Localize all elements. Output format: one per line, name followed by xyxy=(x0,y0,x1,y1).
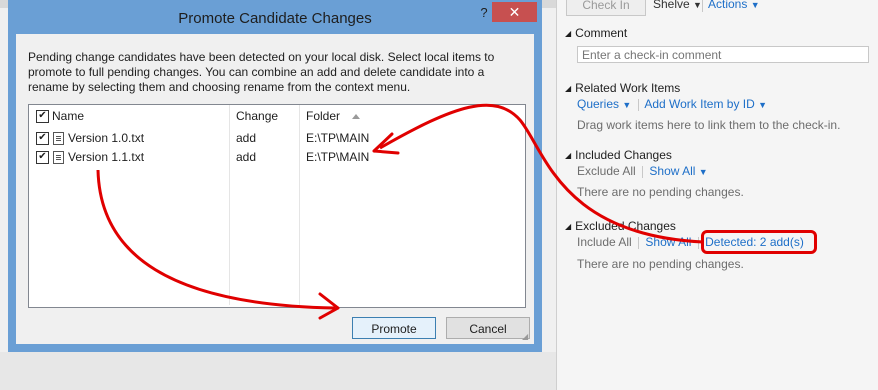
comment-heading: Comment xyxy=(575,26,628,40)
excluded-empty-message: There are no pending changes. xyxy=(577,257,744,271)
close-button[interactable]: ✕ xyxy=(492,2,537,22)
close-icon: ✕ xyxy=(508,4,521,20)
promote-candidate-changes-dialog: Promote Candidate Changes ? ✕ Pending ch… xyxy=(8,0,542,352)
excluded-heading: Excluded Changes xyxy=(575,219,676,233)
file-name: Version 1.1.txt xyxy=(68,150,145,164)
comment-section-header[interactable]: ◢ Comment xyxy=(565,26,627,40)
related-work-items-header[interactable]: ◢ Related Work Items xyxy=(565,81,680,95)
collapse-triangle-icon: ◢ xyxy=(565,29,572,38)
included-heading: Included Changes xyxy=(575,148,672,162)
toolbar-divider xyxy=(702,0,703,12)
folder-path: E:\TP\MAIN xyxy=(306,150,370,164)
column-header-change[interactable]: Change xyxy=(236,105,278,127)
change-type: add xyxy=(236,131,257,145)
actions-label: Actions xyxy=(708,0,748,11)
included-changes-header[interactable]: ◢ Included Changes xyxy=(565,148,672,162)
collapse-triangle-icon: ◢ xyxy=(565,151,572,160)
show-all-link[interactable]: Show All xyxy=(649,164,695,178)
dialog-body: Pending change candidates have been dete… xyxy=(16,34,534,344)
chevron-down-icon: ▼ xyxy=(693,0,702,10)
help-button[interactable]: ? xyxy=(476,5,492,21)
text-file-icon xyxy=(53,132,64,145)
check-in-button[interactable]: Check In xyxy=(566,0,646,16)
column-header-name[interactable]: Name xyxy=(52,105,84,127)
panel-toolbar: Check In Shelve ▼ Actions ▼ xyxy=(557,0,878,16)
background-strip-bottom xyxy=(0,352,558,390)
chevron-down-icon: ▼ xyxy=(750,0,760,10)
column-header-folder[interactable]: Folder xyxy=(306,105,340,127)
chevron-down-icon[interactable]: ▼ xyxy=(622,100,631,110)
file-name: Version 1.0.txt xyxy=(68,131,145,145)
collapse-triangle-icon: ◢ xyxy=(565,84,572,93)
cancel-button[interactable]: Cancel xyxy=(446,317,530,339)
annotation-highlight-box xyxy=(701,230,817,254)
sort-ascending-icon xyxy=(352,114,360,119)
change-type: add xyxy=(236,150,257,164)
select-all-checkbox[interactable]: ✔ xyxy=(36,110,49,123)
included-changes-actions: Exclude All Show All ▼ xyxy=(577,164,708,178)
excluded-changes-header[interactable]: ◢ Excluded Changes xyxy=(565,219,676,233)
divider xyxy=(638,236,640,249)
related-heading: Related Work Items xyxy=(575,81,681,95)
dialog-title: Promote Candidate Changes xyxy=(178,10,372,27)
column-divider xyxy=(299,105,300,305)
include-all-link[interactable]: Include All xyxy=(577,235,632,249)
exclude-all-link[interactable]: Exclude All xyxy=(577,164,636,178)
show-all-link[interactable]: Show All xyxy=(645,235,691,249)
add-work-item-link[interactable]: Add Work Item by ID xyxy=(644,97,754,111)
pending-changes-panel: Check In Shelve ▼ Actions ▼ ◢Comment ◢Re… xyxy=(556,0,878,390)
drag-work-items-hint: Drag work items here to link them to the… xyxy=(577,118,841,132)
chevron-down-icon[interactable]: ▼ xyxy=(699,167,708,177)
divider xyxy=(637,98,639,111)
text-file-icon xyxy=(53,151,64,164)
row-checkbox[interactable]: ✔ xyxy=(36,151,49,164)
resize-grip-icon[interactable]: ◢ xyxy=(522,332,532,342)
promote-button[interactable]: Promote xyxy=(352,317,436,339)
shelve-menu[interactable]: Shelve ▼ xyxy=(653,0,702,11)
chevron-down-icon[interactable]: ▼ xyxy=(758,100,767,110)
actions-menu[interactable]: Actions ▼ xyxy=(708,0,760,11)
queries-link[interactable]: Queries xyxy=(577,97,619,111)
dialog-titlebar[interactable]: Promote Candidate Changes ? ✕ xyxy=(8,0,542,34)
dialog-description: Pending change candidates have been dete… xyxy=(28,50,495,94)
included-empty-message: There are no pending changes. xyxy=(577,185,744,199)
divider xyxy=(697,236,699,249)
divider xyxy=(642,165,644,178)
folder-path: E:\TP\MAIN xyxy=(306,131,370,145)
candidate-list[interactable]: ✔ Name Change Folder ✔ Version 1.0.txt a… xyxy=(28,104,526,308)
related-work-items-links: Queries ▼ Add Work Item by ID ▼ xyxy=(577,97,767,111)
column-divider xyxy=(229,105,230,305)
collapse-triangle-icon: ◢ xyxy=(565,222,572,231)
shelve-label: Shelve xyxy=(653,0,690,11)
check-in-comment-input[interactable] xyxy=(577,46,869,63)
row-checkbox[interactable]: ✔ xyxy=(36,132,49,145)
